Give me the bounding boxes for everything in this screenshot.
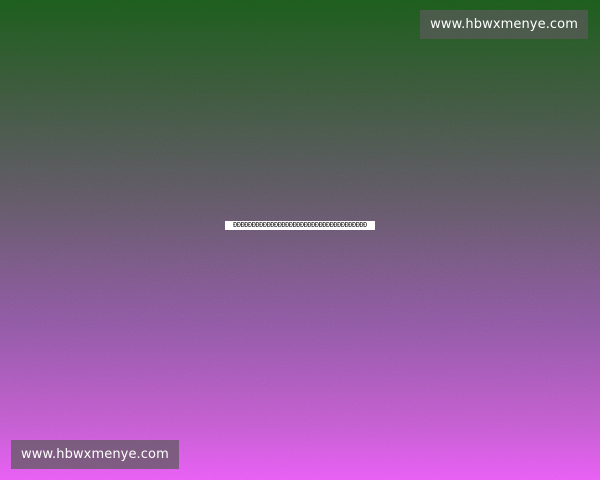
watermark-bottom-left: www.hbwxmenye.com — [11, 440, 179, 469]
center-garbled-text: ÐÐÐÐÐÐÐÐÐÐÐÐÐÐÐÐÐÐÐÐÐÐÐÐÐÐÐÐÐÐÐÐÐÐÐÐ — [225, 221, 375, 230]
noise-texture — [0, 0, 600, 480]
watermark-top-right: www.hbwxmenye.com — [420, 10, 588, 39]
gradient-background: www.hbwxmenye.com ÐÐÐÐÐÐÐÐÐÐÐÐÐÐÐÐÐÐÐÐÐÐ… — [0, 0, 600, 480]
